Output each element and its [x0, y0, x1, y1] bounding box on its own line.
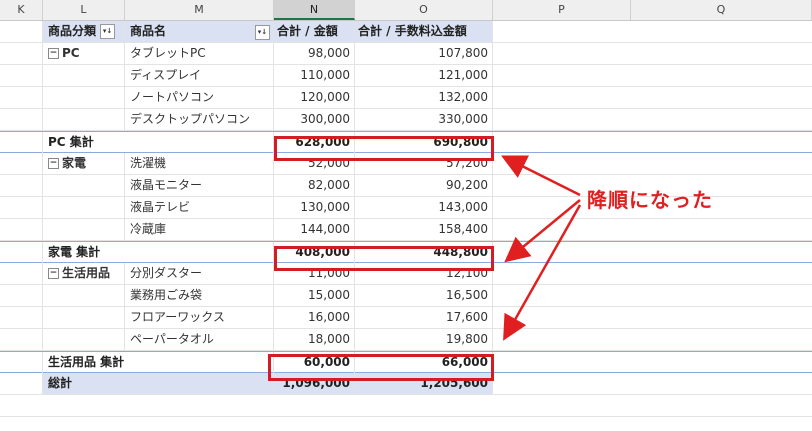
arrow-to-seikatsu-total — [503, 204, 582, 341]
arrow-to-pc-total — [501, 155, 581, 197]
arrow-to-kaden-total — [504, 199, 581, 263]
annotation-text: 降順になった — [587, 188, 713, 212]
annotation-arrows — [501, 155, 582, 341]
